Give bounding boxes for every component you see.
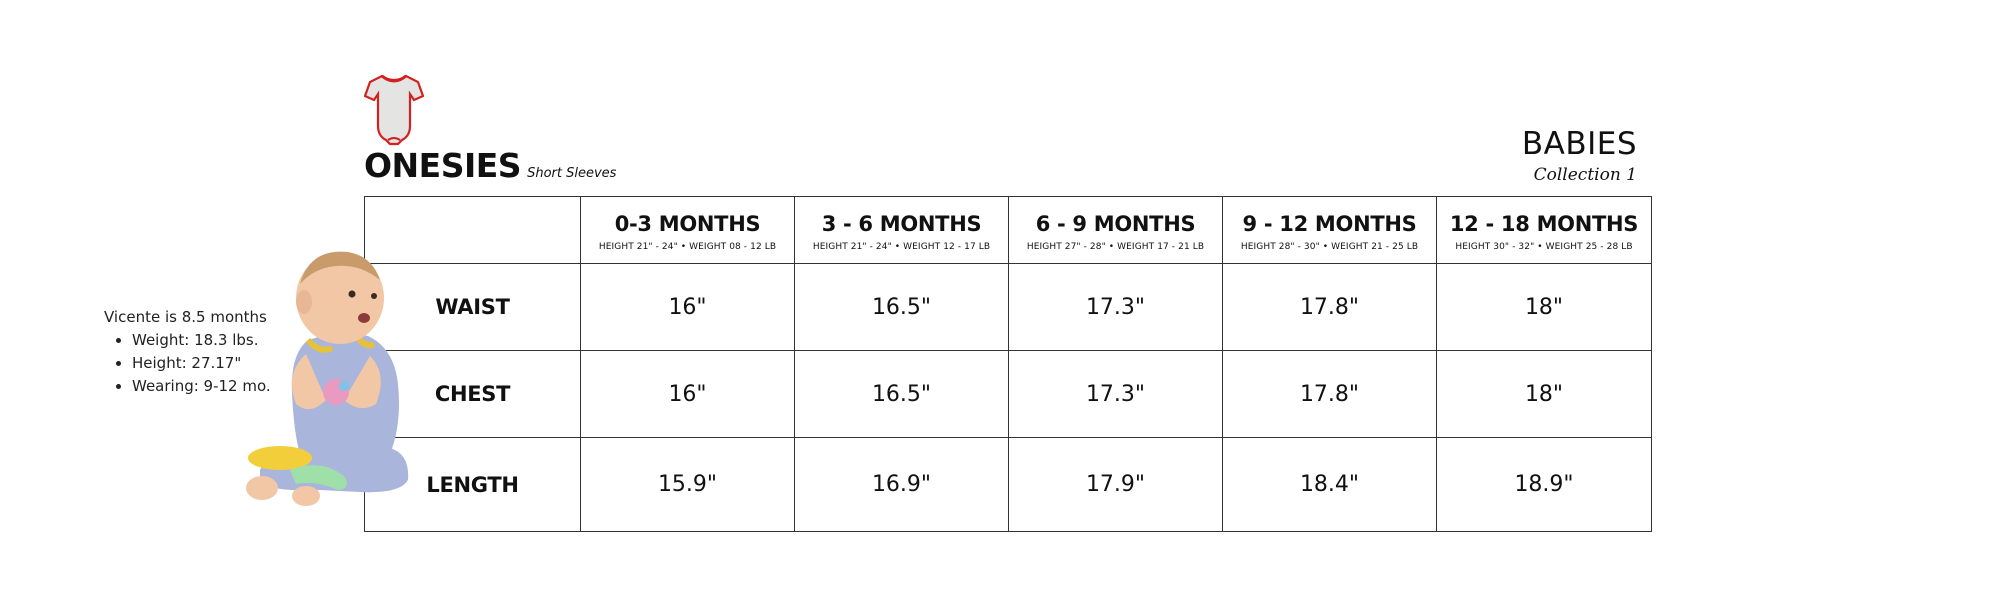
- table-cell: 16.5": [794, 263, 1009, 351]
- table-cell: 17.8": [1222, 263, 1437, 351]
- cell-value: 16.5": [871, 381, 932, 407]
- column-size-detail: HEIGHT 27" - 28" • WEIGHT 17 - 21 LB: [1026, 242, 1205, 252]
- row-label: CHEST: [434, 382, 511, 406]
- column-header: 12 - 18 MONTHS HEIGHT 30" - 32" • WEIGHT…: [1436, 196, 1652, 264]
- table-cell: 17.3": [1008, 350, 1223, 438]
- cell-value: 16.9": [871, 472, 932, 497]
- cell-value: 17.8": [1299, 381, 1360, 407]
- table-cell: 16": [580, 350, 795, 438]
- cell-value: 18": [1524, 381, 1564, 407]
- column-size-detail: HEIGHT 21" - 24" • WEIGHT 08 - 12 LB: [598, 242, 777, 252]
- table-row: LENGTH 15.9" 16.9" 17.9" 18.4" 18.9": [364, 437, 1652, 532]
- table-cell: 17.3": [1008, 263, 1223, 351]
- column-size-label: 9 - 12 MONTHS: [1242, 212, 1417, 236]
- column-size-detail: HEIGHT 30" - 32" • WEIGHT 25 - 28 LB: [1455, 242, 1633, 252]
- column-size-detail: HEIGHT 21" - 24" • WEIGHT 12 - 17 LB: [812, 242, 991, 252]
- column-size-detail: HEIGHT 28" - 30" • WEIGHT 21 - 25 LB: [1240, 242, 1419, 252]
- category-label: BABIES: [1521, 126, 1637, 162]
- cell-value: 17.3": [1085, 294, 1146, 320]
- title-block: ONESIES Short Sleeves: [364, 146, 616, 185]
- baby-photo: [246, 251, 409, 506]
- cell-value: 17.9": [1085, 472, 1146, 497]
- cell-value: 17.3": [1085, 381, 1146, 407]
- column-header: 0-3 MONTHS HEIGHT 21" - 24" • WEIGHT 08 …: [580, 196, 795, 264]
- row-label: LENGTH: [426, 472, 519, 497]
- table-cell: 18": [1436, 263, 1652, 351]
- table-cell: 17.8": [1222, 350, 1437, 438]
- column-header: 9 - 12 MONTHS HEIGHT 28" - 30" • WEIGHT …: [1222, 196, 1437, 264]
- table-cell: 16": [580, 263, 795, 351]
- cell-value: 16": [668, 381, 707, 407]
- cell-value: 18": [1524, 294, 1564, 320]
- column-size-label: 3 - 6 MONTHS: [821, 212, 982, 236]
- table-cell: 18": [1436, 350, 1652, 438]
- row-label: WAIST: [435, 295, 510, 319]
- table-cell: 16.5": [794, 350, 1009, 438]
- cell-value: 15.9": [657, 472, 718, 497]
- table-row: WAIST 16" 16.5" 17.3" 17.8" 18": [364, 263, 1652, 351]
- column-size-label: 0-3 MONTHS: [614, 212, 761, 236]
- page-subtitle: Short Sleeves: [527, 166, 617, 181]
- column-size-label: 12 - 18 MONTHS: [1449, 212, 1639, 236]
- page-title: ONESIES: [364, 146, 522, 185]
- size-chart-table: 0-3 MONTHS HEIGHT 21" - 24" • WEIGHT 08 …: [364, 196, 1652, 532]
- table-header-row: 0-3 MONTHS HEIGHT 21" - 24" • WEIGHT 08 …: [364, 196, 1652, 264]
- column-header: 6 - 9 MONTHS HEIGHT 27" - 28" • WEIGHT 1…: [1008, 196, 1223, 264]
- table-cell: 15.9": [580, 437, 795, 532]
- column-size-label: 6 - 9 MONTHS: [1035, 212, 1196, 236]
- cell-value: 16": [668, 294, 707, 320]
- table-row: CHEST 16" 16.5" 17.3" 17.8" 18": [364, 350, 1652, 438]
- collection-label: Collection 1: [1533, 165, 1637, 185]
- cell-value: 18.4": [1299, 472, 1360, 497]
- table-cell: 17.9": [1008, 437, 1223, 532]
- cell-value: 17.8": [1299, 294, 1360, 320]
- onesie-icon: [364, 74, 424, 146]
- table-cell: 16.9": [794, 437, 1009, 532]
- table-cell: 18.9": [1436, 437, 1652, 532]
- cell-value: 16.5": [871, 294, 932, 320]
- table-cell: 18.4": [1222, 437, 1437, 532]
- column-header: 3 - 6 MONTHS HEIGHT 21" - 24" • WEIGHT 1…: [794, 196, 1009, 264]
- cell-value: 18.9": [1514, 472, 1574, 497]
